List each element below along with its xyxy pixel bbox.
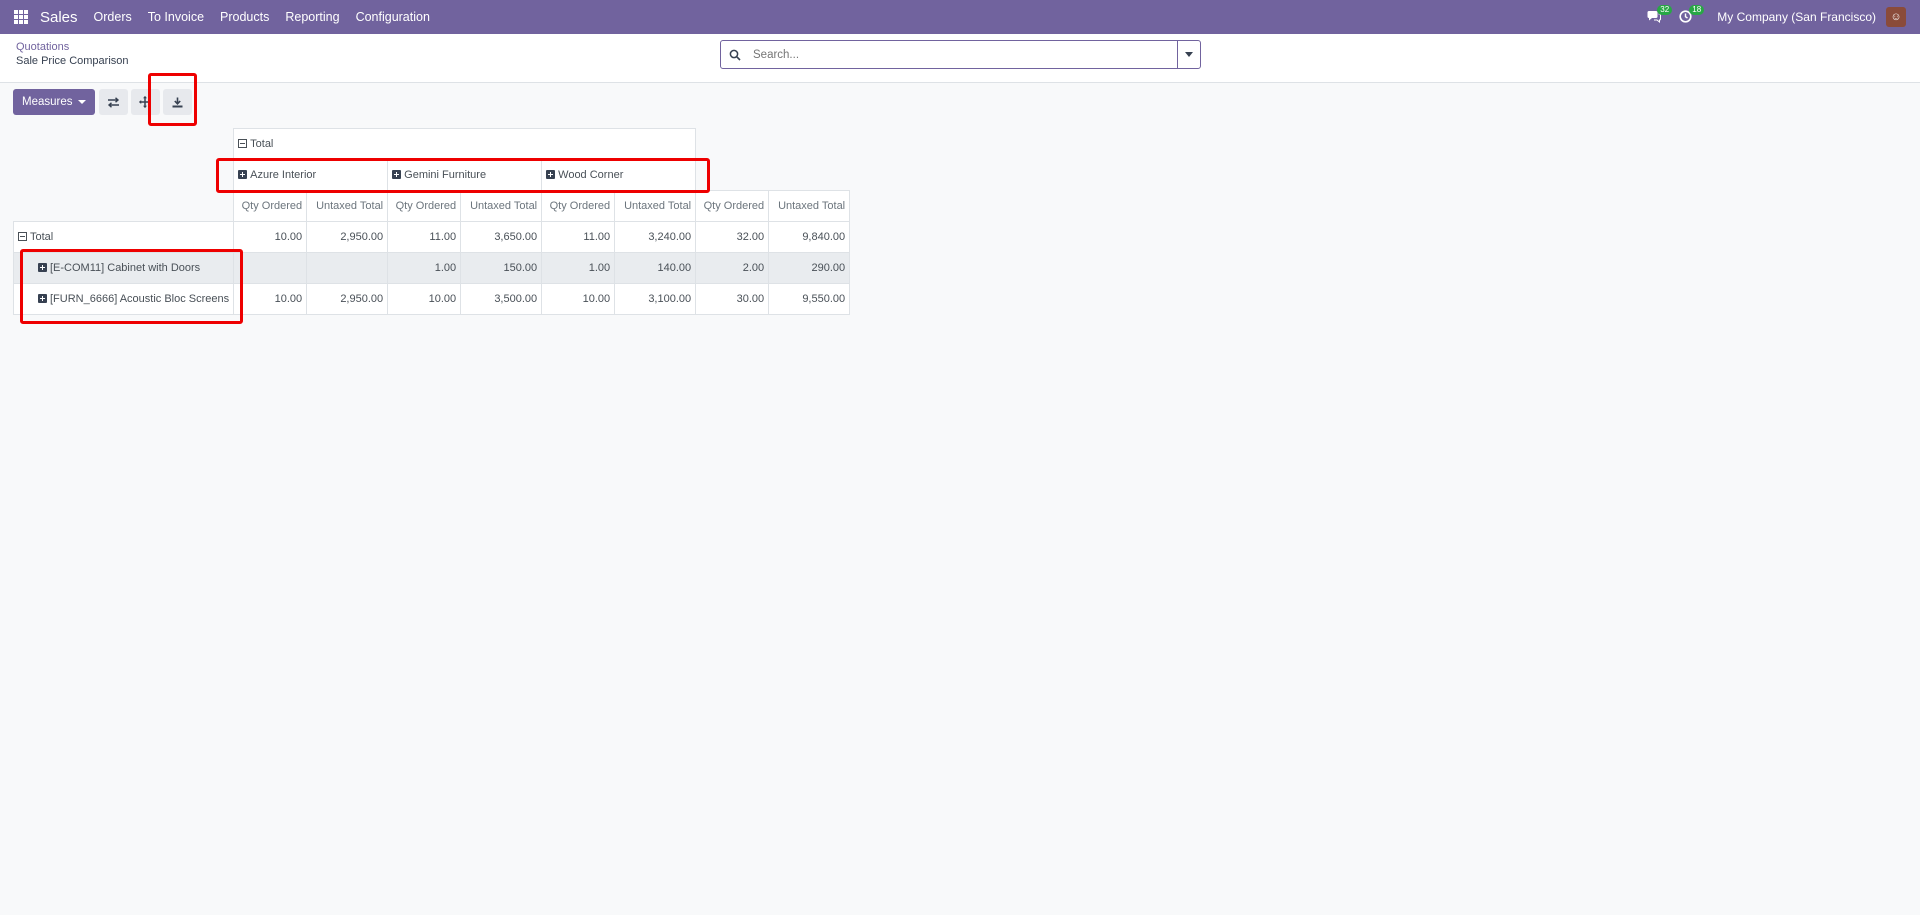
table-cell[interactable]: 290.00 <box>768 252 851 284</box>
menu-products[interactable]: Products <box>220 10 269 24</box>
measure-header[interactable]: Qty Ordered <box>695 190 770 222</box>
collapse-icon <box>238 139 248 148</box>
table-cell[interactable]: 3,500.00 <box>460 283 543 315</box>
systray: 32 18 My Company (San Francisco) ☺ <box>1645 0 1920 34</box>
search-icon <box>721 41 749 68</box>
table-cell[interactable]: 2,950.00 <box>306 283 389 315</box>
table-cell[interactable]: 10.00 <box>233 283 308 315</box>
table-cell[interactable]: 2.00 <box>695 252 770 284</box>
menu-reporting[interactable]: Reporting <box>285 10 339 24</box>
table-cell[interactable]: 3,240.00 <box>614 221 697 253</box>
table-cell[interactable]: 1.00 <box>387 252 462 284</box>
table-cell[interactable]: 140.00 <box>614 252 697 284</box>
measures-dropdown-button[interactable]: Measures <box>13 89 95 115</box>
messages-count-badge: 32 <box>1657 5 1673 15</box>
table-cell[interactable]: 10.00 <box>387 283 462 315</box>
breadcrumb: Quotations Sale Price Comparison <box>16 41 129 67</box>
measure-header[interactable]: Untaxed Total <box>306 190 389 222</box>
breadcrumb-quotations[interactable]: Quotations <box>16 41 129 53</box>
messages-button[interactable]: 32 <box>1645 5 1673 27</box>
table-cell[interactable]: 1.00 <box>541 252 616 284</box>
table-cell[interactable]: 3,100.00 <box>614 283 697 315</box>
table-cell[interactable]: 3,650.00 <box>460 221 543 253</box>
table-cell[interactable]: 150.00 <box>460 252 543 284</box>
column-header-gemini-furniture[interactable]: Gemini Furniture <box>387 159 543 191</box>
table-cell[interactable]: 32.00 <box>695 221 770 253</box>
row-header-acoustic-bloc-screens[interactable]: [FURN_6666] Acoustic Bloc Screens <box>12 283 235 315</box>
search-bar <box>720 40 1201 69</box>
table-cell[interactable]: 10.00 <box>541 283 616 315</box>
table-row: [E-COM11] Cabinet with Doors 1.00 150.00… <box>12 252 851 284</box>
measure-header[interactable]: Untaxed Total <box>460 190 543 222</box>
table-cell[interactable]: 2,950.00 <box>306 221 389 253</box>
row-header-total[interactable]: Total <box>12 221 235 253</box>
collapse-icon <box>18 232 27 241</box>
table-cell[interactable]: 9,550.00 <box>768 283 851 315</box>
table-cell[interactable]: 11.00 <box>541 221 616 253</box>
table-row: [FURN_6666] Acoustic Bloc Screens 10.00 … <box>12 283 851 315</box>
menu-configuration[interactable]: Configuration <box>356 10 430 24</box>
app-name[interactable]: Sales <box>40 9 78 26</box>
row-header-cabinet-with-doors[interactable]: [E-COM11] Cabinet with Doors <box>12 252 235 284</box>
menu-orders[interactable]: Orders <box>94 10 132 24</box>
menu-to-invoice[interactable]: To Invoice <box>148 10 204 24</box>
user-avatar[interactable]: ☺ <box>1886 7 1906 27</box>
company-switcher[interactable]: My Company (San Francisco) <box>1717 10 1876 24</box>
measure-header[interactable]: Qty Ordered <box>233 190 308 222</box>
measure-header[interactable]: Untaxed Total <box>768 190 851 222</box>
expand-all-icon <box>139 96 151 108</box>
download-icon <box>172 97 182 107</box>
table-cell[interactable] <box>306 252 389 284</box>
main-menu: Orders To Invoice Products Reporting Con… <box>94 10 446 24</box>
table-cell[interactable]: 11.00 <box>387 221 462 253</box>
table-cell[interactable]: 10.00 <box>233 221 308 253</box>
control-panel: Quotations Sale Price Comparison <box>0 34 1920 83</box>
breadcrumb-current: Sale Price Comparison <box>16 55 129 67</box>
expand-icon <box>546 170 556 179</box>
measures-label: Measures <box>22 96 73 108</box>
expand-all-button[interactable] <box>130 89 160 115</box>
expand-icon <box>38 294 47 303</box>
measure-header[interactable]: Qty Ordered <box>541 190 616 222</box>
table-cell[interactable]: 9,840.00 <box>768 221 851 253</box>
table-row: Total 10.00 2,950.00 11.00 3,650.00 11.0… <box>12 221 851 253</box>
measure-header[interactable]: Untaxed Total <box>614 190 697 222</box>
table-cell[interactable] <box>233 252 308 284</box>
table-cell[interactable]: 30.00 <box>695 283 770 315</box>
activities-count-badge: 18 <box>1689 5 1705 15</box>
download-xlsx-button[interactable] <box>162 89 192 115</box>
flip-axis-icon <box>107 96 119 108</box>
expand-icon <box>238 170 248 179</box>
caret-down-icon <box>77 100 86 104</box>
top-navbar: Sales Orders To Invoice Products Reporti… <box>0 0 1920 34</box>
flip-axis-button[interactable] <box>98 89 128 115</box>
expand-icon <box>392 170 402 179</box>
expand-icon <box>38 263 47 272</box>
column-header-azure-interior[interactable]: Azure Interior <box>233 159 389 191</box>
column-header-total[interactable]: Total <box>233 128 697 160</box>
search-input[interactable] <box>749 41 1177 68</box>
measure-header[interactable]: Qty Ordered <box>387 190 462 222</box>
search-options-toggle[interactable] <box>1177 41 1200 68</box>
pivot-toolbar: Measures <box>13 89 192 115</box>
caret-down-icon <box>1185 52 1193 57</box>
activities-button[interactable]: 18 <box>1677 5 1705 27</box>
column-header-wood-corner[interactable]: Wood Corner <box>541 159 697 191</box>
pivot-table: Total Azure Interior Gemini Furniture Wo… <box>12 128 851 315</box>
apps-grid-icon[interactable] <box>14 10 28 24</box>
